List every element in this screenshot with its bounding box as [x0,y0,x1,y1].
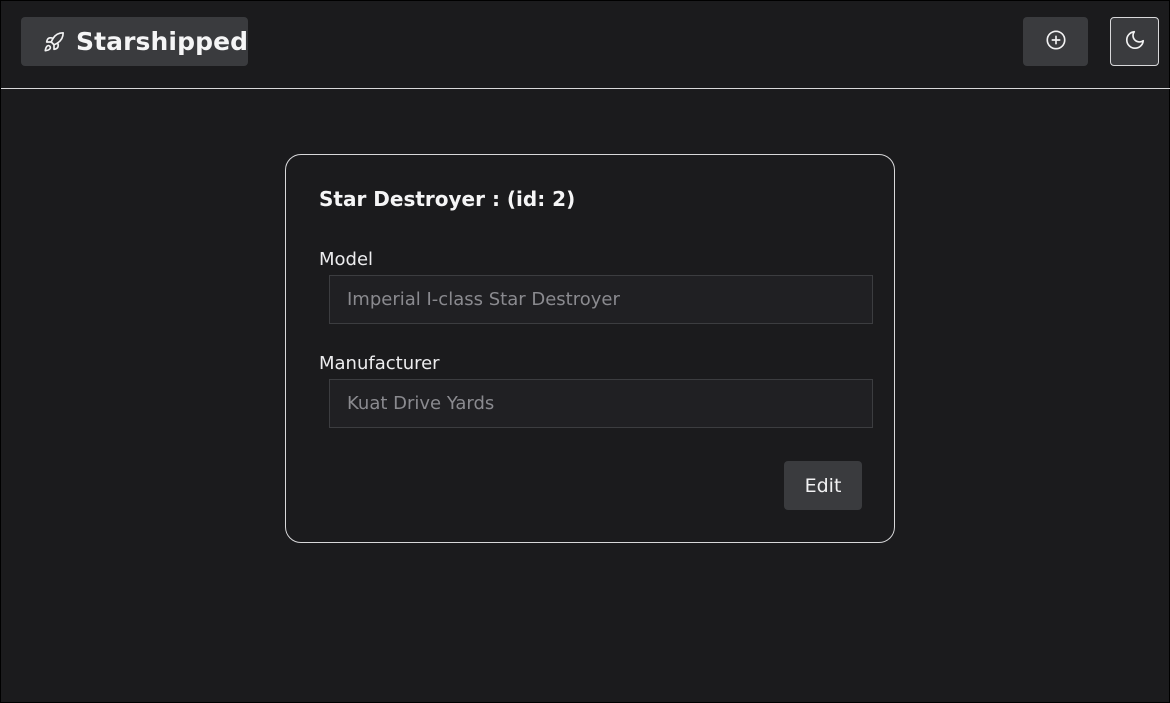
moon-icon [1124,29,1146,55]
manufacturer-field[interactable] [329,379,873,428]
brand-title: Starshipped [76,27,249,56]
plus-circle-icon [1045,29,1067,55]
edit-button[interactable]: Edit [784,461,862,510]
top-navbar: Starshipped [1,1,1170,89]
rocket-icon [43,31,65,53]
starship-card: Star Destroyer : (id: 2) Model Manufactu… [285,154,895,543]
card-title: Star Destroyer : (id: 2) [319,187,576,211]
model-field[interactable] [329,275,873,324]
model-label: Model [319,249,374,270]
theme-toggle-button[interactable] [1110,17,1159,66]
add-starship-button[interactable] [1023,17,1088,66]
manufacturer-label: Manufacturer [319,353,440,374]
app-window: Starshipped Star Destroyer : (id: 2) Mod… [0,0,1170,703]
brand-home-link[interactable]: Starshipped [21,17,248,66]
